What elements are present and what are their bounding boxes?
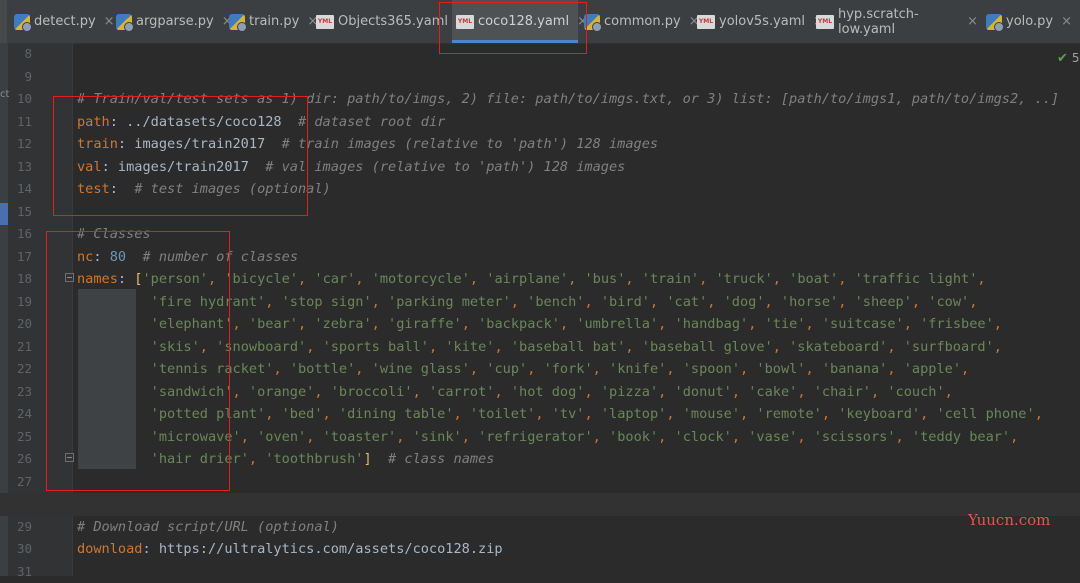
python-file-icon	[116, 14, 132, 30]
line-number: 12	[10, 133, 32, 156]
code-line-13: val: images/train2017 # val images (rela…	[77, 156, 625, 179]
line-number: 30	[10, 538, 32, 561]
close-icon[interactable]: ×	[967, 14, 978, 29]
tab-yolo-py[interactable]: yolo.py ×	[982, 0, 1072, 43]
line-number: 24	[10, 403, 32, 426]
inspection-status[interactable]: ✔5	[1057, 51, 1080, 66]
code-line-16: # Classes	[77, 223, 151, 246]
tab-label: yolo.py	[1006, 14, 1053, 29]
code-line-20: 'elephant', 'bear', 'zebra', 'giraffe', …	[77, 313, 1002, 336]
tab-label: argparse.py	[136, 14, 214, 29]
line-number: 14	[10, 178, 32, 201]
code-line-25: 'microwave', 'oven', 'toaster', 'sink', …	[77, 426, 1018, 449]
line-number: 29	[10, 516, 32, 539]
tab-label: detect.py	[34, 14, 96, 29]
line-number: 13	[10, 156, 32, 179]
code-line-17: nc: 80 # number of classes	[77, 246, 298, 269]
code-line-11: path: ../datasets/coco128 # dataset root…	[77, 111, 445, 134]
tab-objects365-yaml[interactable]: YMLObjects365.yaml×	[312, 0, 448, 43]
tab-label: yolov5s.yaml	[719, 14, 805, 29]
code-line-14: test: # test images (optional)	[77, 178, 331, 201]
line-number: 16	[10, 223, 32, 246]
code-line-21: 'skis', 'snowboard', 'sports ball', 'kit…	[77, 336, 1002, 359]
line-number: 18	[10, 268, 32, 291]
code-line-30: download: https://ultralytics.com/assets…	[77, 538, 503, 561]
code-line-18: names: ['person', 'bicycle', 'car', 'mot…	[77, 268, 986, 291]
yaml-file-icon: YML	[316, 15, 334, 29]
tab-yolov5s-yaml[interactable]: YMLyolov5s.yaml×	[693, 0, 809, 43]
code-line-10: # Train/val/test sets as 1) dir: path/to…	[77, 88, 1059, 111]
line-number: 22	[10, 358, 32, 381]
line-number: 10	[10, 88, 32, 111]
left-tool-strip	[0, 0, 7, 43]
tab-label: hyp.scratch-low.yaml	[838, 7, 959, 37]
line-number: 9	[10, 66, 32, 89]
line-number: 11	[10, 111, 32, 134]
code-line-24: 'potted plant', 'bed', 'dining table', '…	[77, 403, 1043, 426]
line-number: 21	[10, 336, 32, 359]
yaml-file-icon: YML	[816, 15, 834, 29]
tab-train-py[interactable]: train.py×	[225, 0, 309, 43]
tab-hyp-scratch-low-yaml[interactable]: YML hyp.scratch-low.yaml ×	[812, 0, 978, 43]
code-line-19: 'fire hydrant', 'stop sign', 'parking me…	[77, 291, 977, 314]
line-number: 15	[10, 201, 32, 224]
tab-detect-py[interactable]: detect.py×	[10, 0, 108, 43]
tab-label: Objects365.yaml	[338, 14, 448, 29]
yaml-file-icon: YML	[456, 15, 474, 29]
left-strip-label: ct	[0, 89, 9, 100]
tab-label: common.py	[604, 14, 681, 29]
editor-tab-bar: detect.py×argparse.py×train.py×YMLObject…	[0, 0, 1080, 44]
close-icon[interactable]: ×	[1061, 14, 1072, 29]
python-file-icon	[584, 14, 600, 30]
watermark: Yuucn.com	[968, 511, 1050, 529]
line-number: 25	[10, 426, 32, 449]
line-number: 26	[10, 448, 32, 471]
line-number: 20	[10, 313, 32, 336]
python-file-icon	[229, 14, 245, 30]
code-line-22: 'tennis racket', 'bottle', 'wine glass',…	[77, 358, 969, 381]
tab-argparse-py[interactable]: argparse.py×	[112, 0, 222, 43]
python-file-icon	[986, 14, 1002, 30]
tab-common-py[interactable]: common.py×	[580, 0, 688, 43]
code-line-26: 'hair drier', 'toothbrush'] # class name…	[77, 448, 494, 471]
line-number: 19	[10, 291, 32, 314]
current-line-highlight	[0, 493, 1080, 516]
line-number: 8	[10, 43, 32, 66]
line-number: 17	[10, 246, 32, 269]
code-line-29: # Download script/URL (optional)	[77, 516, 339, 539]
python-file-icon	[14, 14, 30, 30]
yaml-file-icon: YML	[697, 15, 715, 29]
code-line-23: 'sandwich', 'orange', 'broccoli', 'carro…	[77, 381, 953, 404]
code-line-12: train: images/train2017 # train images (…	[77, 133, 658, 156]
line-number: 27	[10, 471, 32, 494]
tab-coco128-yaml[interactable]: YMLcoco128.yaml×	[452, 0, 578, 43]
tab-label: train.py	[249, 14, 299, 29]
code-editor[interactable]: # Train/val/test sets as 1) dir: path/to…	[73, 43, 1080, 576]
tab-label: coco128.yaml	[478, 14, 569, 29]
line-number: 23	[10, 381, 32, 404]
line-number: 31	[10, 561, 32, 583]
